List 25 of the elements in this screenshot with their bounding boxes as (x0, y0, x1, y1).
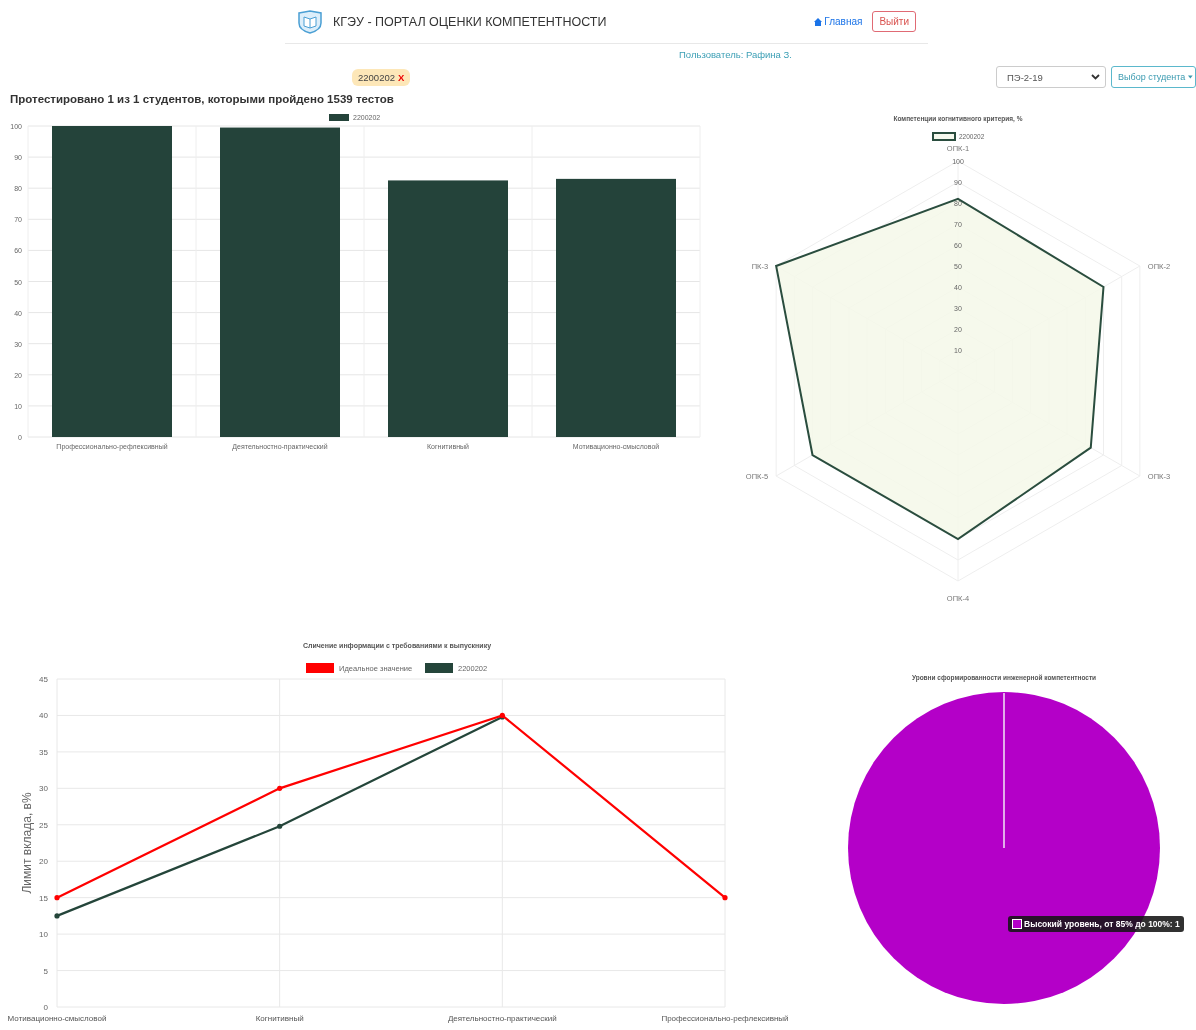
axis-label: Деятельностно-практический (447, 1014, 557, 1023)
remove-tag-button[interactable]: X (398, 71, 405, 83)
logout-button[interactable]: Выйти (872, 11, 916, 32)
axis-title: Лимит вклада, в% (20, 792, 34, 894)
axis-label: 40 (39, 711, 48, 721)
axis-label: 20 (39, 857, 48, 867)
axis-label: 25 (39, 820, 48, 830)
portal-title: КГЭУ - ПОРТАЛ ОЦЕНКИ КОМПЕТЕНТНОСТИ (333, 14, 607, 29)
axis-label: 5 (43, 966, 48, 976)
axis-label: Мотивационно-смысловой (7, 1014, 107, 1023)
axis-label: 30 (39, 784, 48, 794)
summary-heading: Протестировано 1 из 1 студентов, которыми пройдено 1539 тестов (10, 93, 395, 107)
axis-label: Когнитивный (255, 1014, 304, 1023)
user-name: Пользователь: Рафина З. (679, 48, 792, 60)
group-select[interactable]: ПЭ-2-19 (996, 66, 1106, 88)
tooltip-label: Высокий уровень, от 85% до 100%: 1 (1024, 919, 1180, 929)
student-tag: 2200202 X (352, 68, 411, 86)
axis-label: Профессионально-рефлексивный (661, 1014, 789, 1023)
axis-label: 45 (39, 675, 48, 684)
home-link[interactable]: Главная (814, 16, 863, 27)
axis-label: 15 (39, 893, 48, 903)
axis-label: 10 (39, 930, 48, 940)
axis-label: 35 (39, 747, 48, 757)
axis-label: 0 (43, 1003, 48, 1012)
student-dropdown-button[interactable]: Выбор студента (1111, 66, 1196, 88)
